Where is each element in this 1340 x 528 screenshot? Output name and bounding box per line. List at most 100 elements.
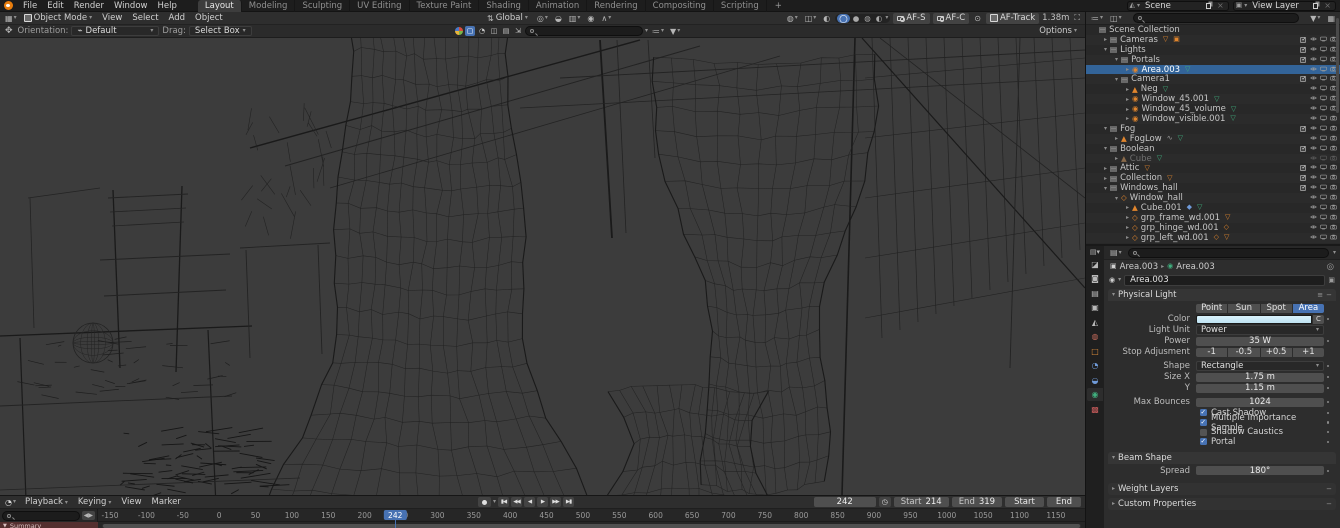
breadcrumb-data[interactable]: Area.003 <box>1176 262 1215 272</box>
selectable-icon[interactable]: ◫ <box>489 26 499 36</box>
hide-eye-icon[interactable] <box>1310 114 1317 124</box>
collection-color-icon[interactable] <box>455 27 463 35</box>
disable-viewport-icon[interactable] <box>1320 94 1327 104</box>
properties-tab-tool[interactable]: ◪ <box>1087 258 1103 271</box>
menu-window[interactable]: Window <box>109 1 153 11</box>
animate-dot[interactable] <box>1327 431 1330 434</box>
scene-name[interactable]: Scene <box>1142 1 1202 11</box>
presets-icon[interactable]: ≡ <box>1317 291 1323 299</box>
properties-tab-physics[interactable]: ◒ <box>1087 374 1103 387</box>
fake-user-icon[interactable]: ▣ <box>1328 277 1335 284</box>
disable-viewport-icon[interactable] <box>1320 154 1327 164</box>
hide-eye-icon[interactable] <box>1310 173 1317 183</box>
outliner-row-grp-frame-wd-001[interactable]: ▸◇grp_frame_wd.001▽ <box>1086 213 1340 223</box>
disable-viewport-icon[interactable] <box>1320 134 1327 144</box>
drag-dropdown[interactable]: Select Box▾ <box>189 26 252 36</box>
display-mode-dropdown[interactable]: ≔▾ <box>650 27 666 36</box>
disable-render-icon[interactable] <box>1330 173 1337 183</box>
new-view-layer-icon[interactable] <box>1313 3 1318 9</box>
hide-eye-icon[interactable] <box>1310 183 1317 193</box>
collapse-icon[interactable]: ▾ <box>1112 56 1121 63</box>
disable-viewport-icon[interactable] <box>1320 35 1327 45</box>
animate-dot[interactable] <box>1327 441 1330 444</box>
ruler-tick--50[interactable]: -50 <box>177 511 189 520</box>
channel-search-input[interactable] <box>2 511 80 521</box>
holdout-icon[interactable]: ◔ <box>477 26 487 36</box>
size-y-field[interactable]: 1.15 m <box>1196 384 1324 393</box>
properties-tab-world[interactable]: ◍ <box>1087 330 1103 343</box>
expand-icon[interactable]: ▸ <box>1123 234 1132 241</box>
animate-dot[interactable] <box>1327 412 1330 415</box>
end-frame-field[interactable]: End319 <box>952 497 1002 507</box>
disable-render-icon[interactable] <box>1330 163 1337 173</box>
af-link-icon[interactable]: ⊙ <box>972 14 983 23</box>
hide-eye-icon[interactable] <box>1310 154 1317 164</box>
ruler-tick-900[interactable]: 900 <box>867 511 881 520</box>
disable-viewport-icon[interactable] <box>1320 84 1327 94</box>
expand-icon[interactable]: ▸ <box>1123 96 1132 103</box>
ruler-tick-750[interactable]: 750 <box>758 511 772 520</box>
light-type-point[interactable]: Point <box>1196 304 1227 313</box>
animate-dot[interactable] <box>1327 376 1330 379</box>
expand-icon[interactable]: ▸ <box>1123 106 1132 113</box>
outliner-row-area-003[interactable]: ▸◉Area.003▽ <box>1086 65 1340 75</box>
af-s-button[interactable]: AF-S <box>893 13 929 24</box>
collapse-icon[interactable]: ▾ <box>1101 185 1110 192</box>
tab-modeling[interactable]: Modeling <box>242 0 296 12</box>
menu-edit[interactable]: Edit <box>42 1 68 11</box>
tab-animation[interactable]: Animation <box>529 0 587 12</box>
outliner-row-fog[interactable]: ▾▤Fog <box>1086 124 1340 134</box>
weight-layers-panel-header[interactable]: ▸ Weight Layers − <box>1108 483 1336 495</box>
ruler-tick-850[interactable]: 850 <box>830 511 844 520</box>
options-dropdown[interactable]: Options▾ <box>1039 26 1077 36</box>
visibility-square-icon[interactable]: ▢ <box>465 26 475 36</box>
view-layer-selector[interactable]: ▣▾ View Layer × <box>1233 1 1336 11</box>
tab-texture-paint[interactable]: Texture Paint <box>410 0 480 12</box>
cast-shadow-checkbox[interactable] <box>1200 409 1207 416</box>
outliner-row-cameras[interactable]: ▸▤Cameras▽▣ <box>1086 35 1340 45</box>
jump-to-end-button[interactable]: ▶▮ <box>563 497 574 507</box>
viewport-menu-view[interactable]: View <box>97 13 127 23</box>
timeline-menu-marker[interactable]: Marker <box>147 497 186 507</box>
move-tool-icon[interactable]: ✥ <box>3 26 15 36</box>
ruler-tick-1000[interactable]: 1000 <box>937 511 956 520</box>
disable-render-icon[interactable] <box>1330 233 1337 243</box>
ruler-tick--100[interactable]: -100 <box>138 511 155 520</box>
outliner-row-attic[interactable]: ▸▤Attic▽ <box>1086 163 1340 173</box>
chevron-down-icon[interactable]: ▾ <box>493 499 496 505</box>
current-frame-field[interactable]: 242 <box>814 497 876 507</box>
stop-adjust--0-5[interactable]: +0.5 <box>1261 348 1292 357</box>
outliner-row-window-45-001[interactable]: ▸◉Window_45.001▽ <box>1086 94 1340 104</box>
panel-menu-icon[interactable]: − <box>1326 291 1332 299</box>
exclude-checkbox-icon[interactable] <box>1300 126 1306 132</box>
gizmo-dropdown[interactable]: ◍▾ <box>785 14 800 23</box>
exclude-checkbox-icon[interactable] <box>1300 175 1306 181</box>
ruler-tick-500[interactable]: 500 <box>576 511 590 520</box>
animate-dot[interactable] <box>1327 387 1330 390</box>
physical-light-panel-header[interactable]: ▾ Physical Light ≡− <box>1108 289 1336 301</box>
hide-eye-icon[interactable] <box>1310 213 1317 223</box>
tab-shading[interactable]: Shading <box>479 0 529 12</box>
hide-eye-icon[interactable] <box>1310 84 1317 94</box>
viewport-menu-object[interactable]: Object <box>190 13 228 23</box>
outliner-row-window-visible-001[interactable]: ▸◉Window_visible.001▽ <box>1086 114 1340 124</box>
properties-tab-data[interactable]: ◉ <box>1087 388 1103 401</box>
disable-viewport-icon[interactable] <box>1320 183 1327 193</box>
expand-icon[interactable]: ▸ <box>1123 66 1132 73</box>
portal-checkbox[interactable] <box>1200 438 1207 445</box>
disable-viewport-icon[interactable] <box>1320 173 1327 183</box>
hide-eye-icon[interactable] <box>1310 134 1317 144</box>
shape-dropdown[interactable]: Rectangle▾ <box>1196 361 1324 371</box>
expand-icon[interactable]: ▸ <box>1123 204 1132 211</box>
jump-to-start-button[interactable]: ▮◀ <box>498 497 509 507</box>
transform-orientation-dropdown[interactable]: ⇅Global▾ <box>483 13 532 23</box>
expand-icon[interactable]: ▸ <box>1112 155 1121 162</box>
play-reverse-button[interactable]: ◀ <box>524 497 535 507</box>
collapse-icon[interactable]: ▾ <box>1101 125 1110 132</box>
expand-icon[interactable]: ▸ <box>1101 165 1110 172</box>
disable-viewport-icon[interactable] <box>1320 114 1327 124</box>
viewport-menu-add[interactable]: Add <box>164 13 190 23</box>
viewport-search-input[interactable] <box>525 26 643 36</box>
shading-solid-icon[interactable]: ● <box>851 14 862 23</box>
disable-viewport-icon[interactable] <box>1320 233 1327 243</box>
